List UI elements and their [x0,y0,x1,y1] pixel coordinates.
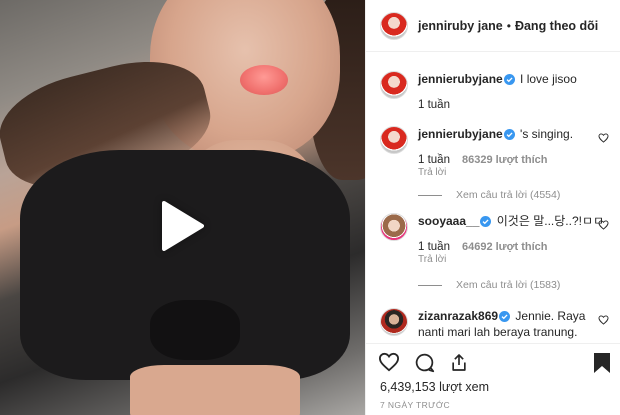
heart-icon [598,220,609,230]
share-icon [452,354,466,371]
comment-text-line: jennierubyjane 's singing. [418,126,615,142]
view-replies-label: Xem câu trả lời (1583) [456,279,561,291]
commenter-username[interactable]: sooyaaa__ [418,214,479,228]
action-icons [378,352,469,373]
post-actions-bar: 6,439,153 lượt xem 7 NGÀY TRƯỚC [366,343,620,415]
verified-badge-icon [499,311,511,322]
like-comment-button[interactable] [598,130,609,148]
heart-icon [378,352,400,372]
verified-badge-icon [503,129,515,140]
commenter-avatar[interactable] [380,126,408,154]
commenter-username[interactable]: jennierubyjane [418,72,503,86]
play-button[interactable] [157,200,209,252]
view-replies-label: Xem câu trả lời (4554) [456,189,561,201]
heart-icon [598,315,609,325]
author-username[interactable]: jenniruby jane [418,19,503,33]
comment-text-line: jennierubyjane I love jisoo [418,71,615,87]
comment-time[interactable]: 1 tuần [418,99,450,111]
comment-text-line: sooyaaa__ 이것은 말...당..?!ㅁㅁ [418,213,615,229]
comment-text: 이것은 말...당..?!ㅁㅁ [496,214,605,228]
video-frame-waist [130,365,300,415]
play-icon [162,201,204,251]
comment-meta: 1 tuần 64692 lượt thích [418,241,615,253]
commenter-username[interactable]: jennierubyjane [418,127,503,141]
video-frame-lips [240,65,288,95]
comment-likes[interactable]: 86329 lượt thích [462,154,547,166]
comment-time[interactable]: 1 tuần [418,154,450,166]
replies-divider [418,194,442,196]
like-comment-button[interactable] [598,217,609,235]
comment-text: 's singing. [520,127,574,141]
comment-time[interactable]: 1 tuần [418,241,450,253]
heart-icon [598,133,609,143]
comment-item: zizanrazak869 Jennie. Raya nanti mari la… [380,308,615,340]
verified-badge-icon [503,74,515,85]
post-date[interactable]: 7 NGÀY TRƯỚC [380,400,450,410]
post-side-panel: jenniruby jane • Đang theo dõi jennierub… [365,0,620,415]
comment-text-line: zizanrazak869 Jennie. Raya nanti mari la… [418,308,601,340]
video-player[interactable] [0,0,365,415]
comment-meta: 1 tuần [418,99,615,111]
view-replies-button[interactable]: Xem câu trả lời (4554) [418,189,560,201]
comment-likes[interactable]: 64692 lượt thích [462,241,547,253]
share-button[interactable] [449,352,469,373]
comments-list[interactable]: jennierubyjane I love jisoo 1 tuần jenni… [366,53,620,343]
save-button[interactable] [593,352,611,374]
comment-meta: 1 tuần 86329 lượt thích [418,154,615,166]
commenter-username[interactable]: zizanrazak869 [418,309,498,323]
verified-badge-icon [480,216,492,227]
follow-status-button[interactable]: Đang theo dõi [515,19,598,33]
replies-divider [418,284,442,286]
comment-item: sooyaaa__ 이것은 말...당..?!ㅁㅁ 1 tuần 64692 l… [380,213,615,265]
reply-button[interactable]: Trả lời [418,167,615,178]
comment-icon [415,353,435,373]
video-frame-knot [150,300,240,360]
separator-dot: • [506,18,511,33]
bookmark-icon [594,353,610,373]
view-replies-button[interactable]: Xem câu trả lời (1583) [418,279,560,291]
like-comment-button[interactable] [598,312,609,330]
comment-text: I love jisoo [520,72,577,86]
commenter-avatar[interactable] [380,71,408,99]
commenter-avatar[interactable] [380,213,408,241]
comment-item: jennierubyjane I love jisoo 1 tuần [380,71,615,111]
comment-button[interactable] [414,352,435,373]
like-button[interactable] [378,352,400,373]
commenter-avatar[interactable] [380,308,408,336]
view-count: 6,439,153 lượt xem [380,380,489,394]
comment-item: jennierubyjane 's singing. 1 tuần 86329 … [380,126,615,178]
author-avatar[interactable] [380,11,408,40]
reply-button[interactable]: Trả lời [418,254,615,265]
post-header: jenniruby jane • Đang theo dõi [366,0,620,52]
